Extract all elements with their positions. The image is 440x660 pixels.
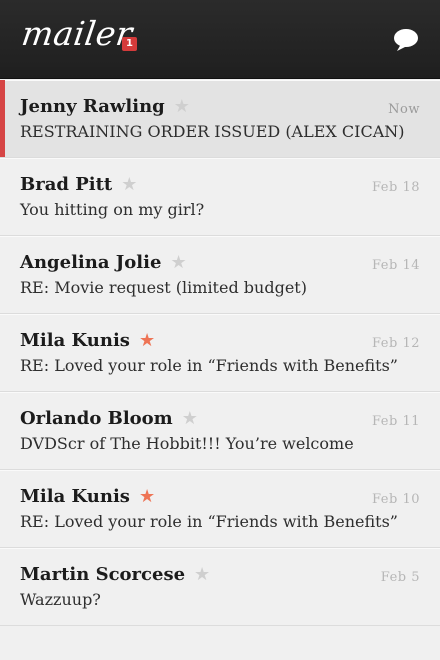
message-row[interactable]: Mila Kunis ★ Feb 10 RE: Loved your role in … (0, 470, 440, 548)
star-icon[interactable]: ★ (194, 564, 210, 585)
message-date: Feb 11 (372, 414, 420, 429)
star-icon[interactable]: ★ (170, 252, 186, 273)
message-row[interactable]: Angelina Jolie ★ Feb 14 RE: Movie request (… (0, 236, 440, 314)
message-date: Feb 10 (372, 492, 420, 507)
message-date: Now (388, 102, 420, 117)
message-subject: RE: Movie request (limited budget) (20, 278, 307, 297)
speech-bubble-icon[interactable] (392, 28, 420, 52)
message-subject: RE: Loved your role in “Friends with Ben… (20, 356, 398, 375)
star-icon[interactable]: ★ (174, 96, 190, 117)
sender-name: Mila Kunis (20, 486, 130, 507)
message-row[interactable]: Mila Kunis ★ Feb 12 RE: Loved your role in … (0, 314, 440, 392)
message-subject: RE: Loved your role in “Friends with Ben… (20, 512, 398, 531)
message-sender: Jenny Rawling ★ (20, 96, 190, 117)
message-date: Feb 12 (372, 336, 420, 351)
message-sender: Mila Kunis ★ (20, 330, 155, 351)
message-row[interactable]: Brad Pitt ★ Feb 18 You hitting on my girl? (0, 158, 440, 236)
message-sender: Angelina Jolie ★ (20, 252, 187, 273)
message-subject: RESTRAINING ORDER ISSUED (ALEX CICAN) (20, 122, 405, 141)
sender-name: Martin Scorcese (20, 564, 186, 585)
app-logo[interactable]: mailer (19, 14, 135, 53)
message-subject: DVDScr of The Hobbit!!! You’re welcome (20, 434, 354, 453)
message-subject: You hitting on my girl? (20, 200, 205, 219)
sender-name: Orlando Bloom (20, 408, 173, 429)
sender-name: Brad Pitt (20, 174, 113, 195)
message-sender: Martin Scorcese ★ (20, 564, 210, 585)
message-date: Feb 14 (372, 258, 420, 273)
message-sender: Orlando Bloom ★ (20, 408, 198, 429)
message-list: Jenny Rawling ★ Now RESTRAINING ORDER ISSUE… (0, 80, 440, 626)
message-date: Feb 18 (372, 180, 420, 195)
mailer-app: mailer 1 Jenny Rawling ★ Now RESTRAINING OR… (0, 0, 440, 660)
sender-name: Jenny Rawling (20, 96, 165, 117)
message-row[interactable]: Martin Scorcese ★ Feb 5 Wazzuup? (0, 548, 440, 626)
message-row[interactable]: Orlando Bloom ★ Feb 11 DVDScr of The Hobbit… (0, 392, 440, 470)
message-subject: Wazzuup? (20, 590, 101, 609)
star-icon[interactable]: ★ (121, 174, 137, 195)
message-date: Feb 5 (380, 570, 420, 585)
message-sender: Brad Pitt ★ (20, 174, 137, 195)
star-icon[interactable]: ★ (182, 408, 198, 429)
star-icon[interactable]: ★ (139, 330, 155, 351)
unread-badge: 1 (122, 37, 137, 51)
app-header: mailer 1 (0, 0, 440, 79)
sender-name: Mila Kunis (20, 330, 130, 351)
sender-name: Angelina Jolie (20, 252, 162, 273)
message-sender: Mila Kunis ★ (20, 486, 155, 507)
message-row[interactable]: Jenny Rawling ★ Now RESTRAINING ORDER ISSUE… (0, 80, 440, 158)
star-icon[interactable]: ★ (139, 486, 155, 507)
